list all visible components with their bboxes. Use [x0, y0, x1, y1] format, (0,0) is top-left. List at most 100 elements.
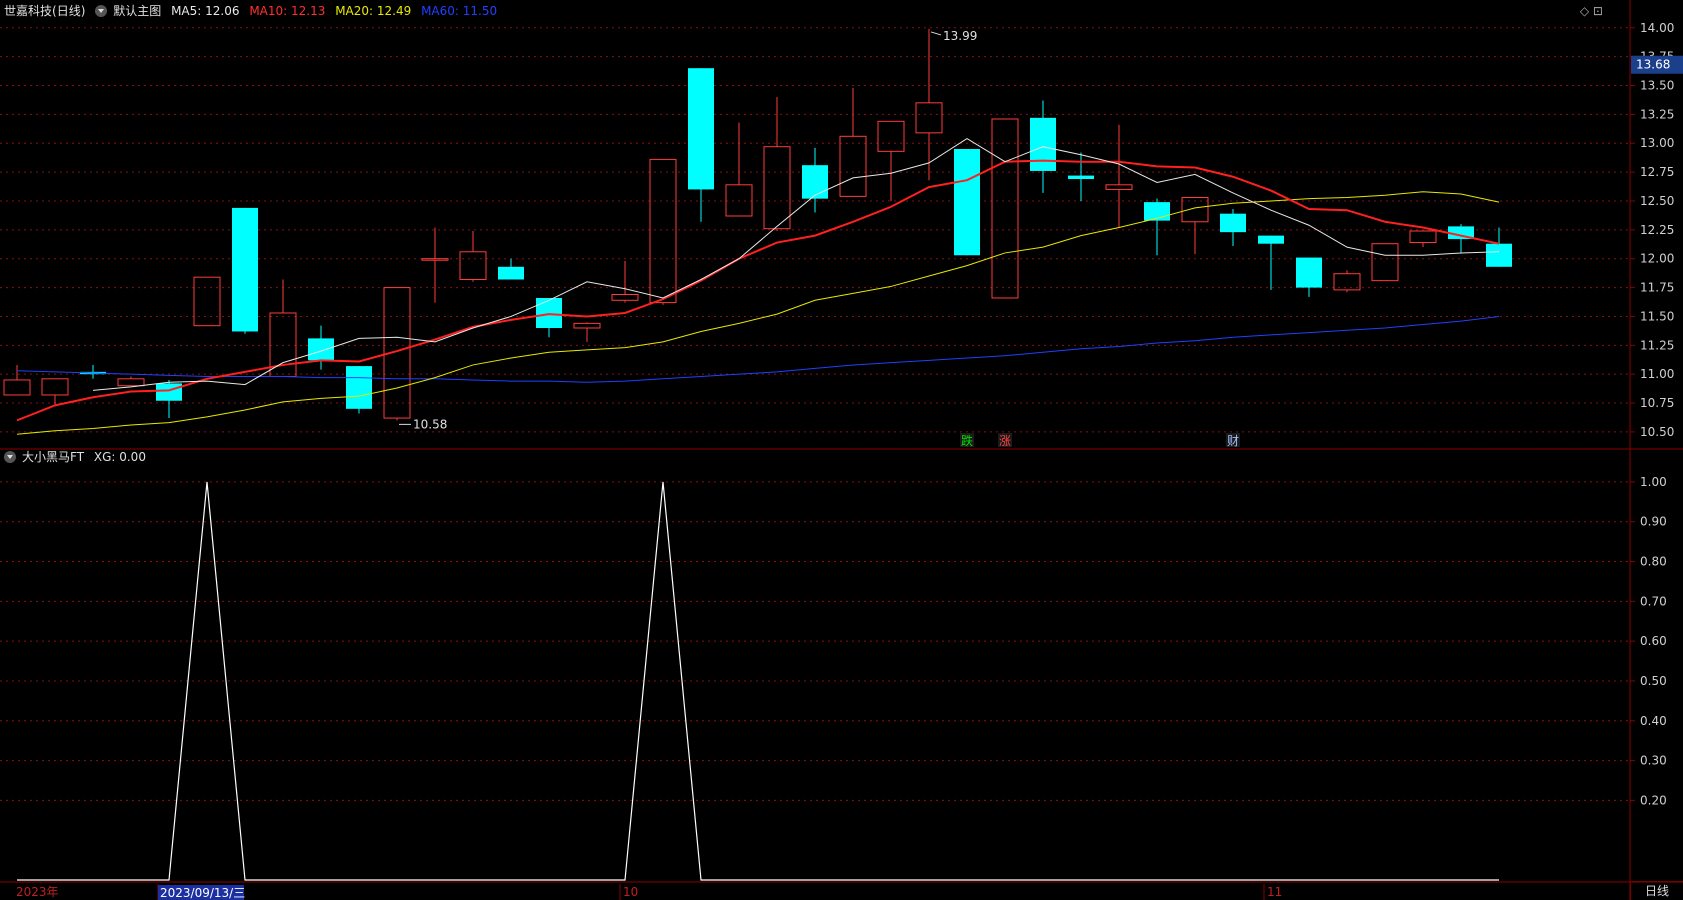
- price-tick-label: 11.25: [1640, 338, 1674, 352]
- candle[interactable]: [3, 364, 31, 396]
- candle[interactable]: [1068, 152, 1094, 201]
- main-indicator-name[interactable]: 默认主图: [113, 4, 161, 18]
- candle-body-up: [459, 251, 487, 280]
- candle[interactable]: [498, 258, 524, 280]
- date-month-label: 10: [623, 885, 638, 899]
- candle[interactable]: [117, 376, 145, 387]
- candle-body-down: [1296, 257, 1322, 288]
- current-price-label: 13.68: [1636, 58, 1670, 72]
- candle[interactable]: [1181, 197, 1209, 255]
- period-button[interactable]: 日线: [1630, 881, 1683, 900]
- chart-frame: [0, 0, 1683, 900]
- candle[interactable]: [1144, 198, 1170, 256]
- price-tick-label: 11.50: [1640, 309, 1674, 323]
- price-tick-label: 13.50: [1640, 79, 1674, 93]
- candle-body-up: [611, 294, 639, 301]
- candle-body-down: [232, 207, 258, 332]
- candle-body-down: [802, 165, 828, 199]
- period-label: (日线): [52, 4, 86, 18]
- candle[interactable]: [1296, 257, 1322, 297]
- candle-body-up: [421, 258, 449, 261]
- indicator-tick-label: 0.90: [1640, 515, 1667, 529]
- price-tick-label: 10.50: [1640, 425, 1674, 439]
- stock-name: 世嘉科技: [4, 4, 53, 18]
- candle[interactable]: [80, 364, 106, 379]
- corner-icons[interactable]: ◇ ⊡: [1580, 4, 1603, 18]
- event-mark-label: 跌: [961, 433, 973, 448]
- indicator-tick-label: 0.80: [1640, 555, 1667, 569]
- candles[interactable]: [3, 28, 1512, 421]
- candle[interactable]: [232, 207, 258, 334]
- candle[interactable]: [649, 158, 677, 305]
- candle[interactable]: [688, 68, 714, 222]
- candle-body-up: [725, 184, 753, 217]
- chevron-down-icon[interactable]: [95, 5, 108, 17]
- high-marker-label: 13.99: [943, 29, 977, 43]
- candle[interactable]: [839, 87, 867, 197]
- high-marker-arrow: [930, 31, 942, 36]
- candle-body-down: [346, 366, 372, 409]
- candle-body-up: [117, 378, 145, 387]
- indicator-grid: [0, 481, 1630, 801]
- candle[interactable]: [1486, 227, 1512, 267]
- candle[interactable]: [573, 322, 601, 342]
- price-tick-label: 12.25: [1640, 223, 1674, 237]
- candle[interactable]: [269, 279, 297, 377]
- candle-body-up: [1371, 243, 1399, 282]
- date-cursor-label: 2023/09/13/三: [160, 886, 245, 900]
- candle[interactable]: [1105, 124, 1133, 228]
- candle-body-down: [308, 338, 334, 361]
- candle[interactable]: [193, 276, 221, 327]
- candle-body-up: [877, 120, 905, 152]
- candle-body-up: [1409, 230, 1437, 244]
- chevron-down-icon[interactable]: [4, 451, 16, 463]
- candle[interactable]: [41, 378, 69, 405]
- ma20-label: MA20: 12.49: [335, 4, 412, 18]
- indicator-tick-label: 0.40: [1640, 714, 1667, 728]
- candle-body-up: [839, 135, 867, 197]
- candle[interactable]: [954, 149, 980, 256]
- candle[interactable]: [763, 97, 791, 231]
- candle[interactable]: [611, 261, 639, 303]
- candle[interactable]: [346, 366, 372, 414]
- ma10-label: MA10: 12.13: [249, 4, 326, 18]
- candle-body-down: [1068, 175, 1094, 180]
- candle-body-up: [3, 379, 31, 396]
- candle-body-up: [573, 322, 601, 329]
- candle[interactable]: [991, 118, 1019, 299]
- kline-chart[interactable]: 14.0013.7513.5013.2513.0012.7512.5012.25…: [0, 0, 1683, 900]
- candle[interactable]: [1333, 270, 1361, 293]
- candle-body-up: [763, 146, 791, 230]
- candle-body-down: [536, 297, 562, 328]
- price-axis: 14.0013.7513.5013.2513.0012.7512.5012.25…: [1630, 21, 1683, 439]
- candle[interactable]: [725, 122, 753, 217]
- candle[interactable]: [1409, 230, 1437, 248]
- candle[interactable]: [421, 227, 449, 303]
- price-tick-label: 12.50: [1640, 194, 1674, 208]
- candle-body-down: [1030, 117, 1056, 171]
- candle[interactable]: [1371, 243, 1399, 282]
- candle-body-up: [193, 276, 221, 327]
- event-marks: 13.99 10.58 跌 涨 财: [399, 29, 1240, 448]
- candle-body-up: [991, 118, 1019, 299]
- candle-body-up: [915, 102, 943, 134]
- low-marker-label: 10.58: [413, 417, 447, 431]
- ma5-line: [92, 138, 1500, 391]
- candle-body-down: [1258, 235, 1284, 244]
- candle[interactable]: [877, 120, 905, 201]
- indicator-tick-label: 0.60: [1640, 634, 1667, 648]
- date-axis: 2023年 2023/09/13/三 10 11: [16, 884, 1282, 900]
- candle-body-up: [41, 378, 69, 396]
- date-month-label: 11: [1267, 885, 1282, 899]
- main-chart-header: 世嘉科技(日线) 默认主图 MA5: 12.06 MA10: 12.13 MA2…: [4, 1, 503, 21]
- candle[interactable]: [1258, 235, 1284, 290]
- candle[interactable]: [1220, 209, 1246, 247]
- candle-body-down: [498, 266, 524, 280]
- price-tick-label: 11.00: [1640, 367, 1674, 381]
- xg-value: XG: 0.00: [93, 450, 146, 464]
- candle[interactable]: [459, 231, 487, 282]
- candle-body-down: [1486, 243, 1512, 267]
- candle[interactable]: [156, 379, 182, 419]
- price-tick-label: 10.75: [1640, 396, 1674, 410]
- indicator-name[interactable]: 大小黑马FT: [22, 450, 84, 464]
